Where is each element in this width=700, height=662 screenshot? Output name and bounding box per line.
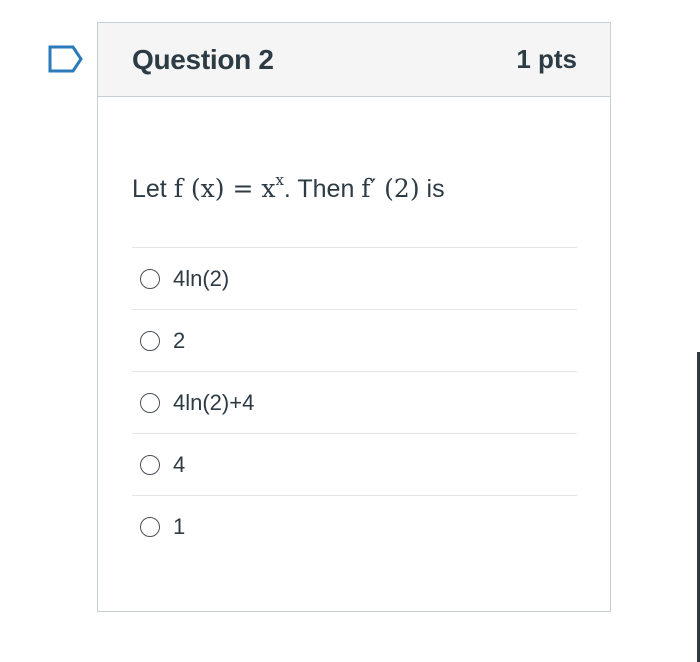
answer-label[interactable]: 1	[173, 514, 185, 540]
question-math-function: f (x) = xx	[173, 171, 284, 204]
radio-unchecked-icon[interactable]	[140, 268, 160, 289]
math-exponent: x	[275, 171, 284, 189]
answer-label[interactable]: 4ln(2)+4	[173, 390, 254, 416]
question-title: Question 2	[132, 43, 274, 75]
answer-option[interactable]: 4ln(2)	[132, 248, 577, 310]
question-text-suffix: is	[419, 175, 445, 203]
math-expression: f (x) = x	[173, 174, 276, 203]
answer-option[interactable]: 4	[132, 434, 577, 496]
answer-option[interactable]: 1	[132, 496, 577, 558]
radio-unchecked-icon[interactable]	[140, 392, 160, 413]
flag-question-icon[interactable]	[48, 45, 84, 73]
question-math-derivative: f′ (2)	[361, 174, 420, 203]
quiz-page: Question 2 1 pts Let f (x) = xx. Then f′…	[0, 0, 700, 662]
question-header: Question 2 1 pts	[98, 23, 610, 97]
answer-option[interactable]: 4ln(2)+4	[132, 372, 577, 434]
radio-unchecked-icon[interactable]	[140, 517, 160, 537]
answer-label[interactable]: 4ln(2)	[173, 266, 229, 292]
answer-label[interactable]: 4	[173, 452, 185, 478]
question-text: Let f (x) = xx. Then f′ (2) is	[132, 169, 577, 209]
answer-list: 4ln(2) 2 4ln(2)+4 4 1	[132, 247, 577, 558]
radio-unchecked-icon[interactable]	[140, 454, 160, 475]
question-text-prefix: Let	[132, 175, 174, 203]
radio-unchecked-icon[interactable]	[140, 330, 160, 351]
question-points: 1 pts	[516, 44, 577, 74]
question-text-middle: . Then	[283, 175, 362, 203]
answer-option[interactable]: 2	[132, 310, 577, 372]
question-card: Question 2 1 pts Let f (x) = xx. Then f′…	[97, 22, 611, 612]
answer-label[interactable]: 2	[173, 328, 185, 354]
question-body: Let f (x) = xx. Then f′ (2) is 4ln(2) 2 …	[98, 97, 610, 558]
